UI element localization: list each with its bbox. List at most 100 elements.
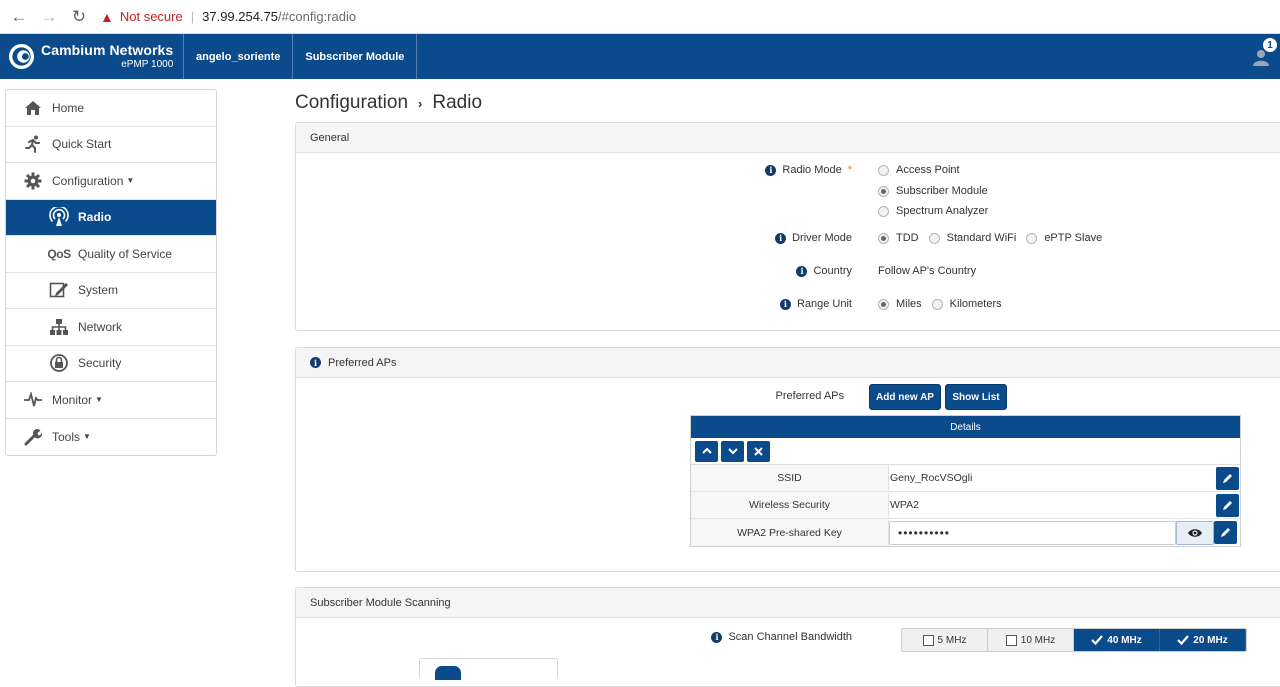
sidebar-item-configuration[interactable]: Configuration ▼ [6, 163, 216, 200]
info-icon[interactable]: i [796, 265, 808, 277]
edit-psk-button[interactable] [1214, 521, 1237, 544]
url-path: /#config:radio [278, 9, 357, 24]
sidebar-item-label: Monitor [52, 392, 93, 407]
sidebar-item-system[interactable]: System [6, 273, 216, 309]
radio-button-miles[interactable] [878, 298, 889, 310]
chevron-down-icon [727, 448, 738, 455]
sidebar-item-quality-of-service[interactable]: QoS Quality of Service [6, 236, 216, 273]
table-row: SSID Geny_RocVSOgli [691, 465, 1240, 492]
bandwidth-5mhz-toggle[interactable]: 5 MHz [902, 629, 988, 651]
radio-button[interactable] [878, 205, 889, 217]
info-icon[interactable]: i [765, 164, 777, 176]
sidebar-item-security[interactable]: Security [6, 346, 216, 382]
checkbox-icon [922, 634, 934, 646]
edit-wireless-security-button[interactable] [1216, 493, 1239, 517]
required-mark: * [847, 164, 852, 176]
gear-icon [22, 172, 44, 190]
option-label: Subscriber Module [896, 185, 988, 197]
sidebar-item-label: System [78, 283, 119, 298]
breadcrumb-parent[interactable]: Configuration [295, 92, 408, 114]
option-label: Standard WiFi [946, 232, 1017, 244]
show-password-button[interactable] [1176, 520, 1214, 545]
show-list-button[interactable]: Show List [945, 384, 1007, 410]
general-panel: General i Radio Mode * Access Point Subs… [295, 122, 1280, 331]
bandwidth-10mhz-toggle[interactable]: 10 MHz [988, 629, 1074, 651]
driver-mode-label-text: Driver Mode [792, 232, 852, 244]
add-new-ap-button[interactable]: Add new AP [869, 384, 941, 410]
preferred-aps-label: Preferred APs [775, 390, 844, 402]
radio-mode-label-text: Radio Mode [782, 164, 842, 176]
radio-mode-option-spectrum-analyzer[interactable]: Spectrum Analyzer [878, 205, 988, 217]
wrench-icon [22, 428, 44, 446]
pencil-icon [1223, 473, 1232, 483]
pulse-icon [22, 391, 44, 408]
row-key: WPA2 Pre-shared Key [737, 526, 842, 539]
info-icon[interactable]: i [711, 631, 723, 643]
cambium-logo-icon [8, 43, 35, 70]
option-label: Miles [896, 298, 922, 310]
sidebar-item-network[interactable]: Network [6, 309, 216, 346]
close-icon [754, 446, 763, 456]
edit-ssid-button[interactable] [1216, 466, 1239, 490]
app-header: Cambium Networks ePMP 1000 angelo_sorien… [0, 34, 1280, 79]
table-row: Wireless Security WPA2 [691, 492, 1240, 519]
sidebar-item-label: Quality of Service [78, 246, 173, 261]
sidebar-item-label: Radio [78, 210, 112, 225]
scan-bandwidth-label-text: Scan Channel Bandwidth [728, 631, 852, 643]
row-value-container: WPA2 [888, 492, 1240, 518]
move-up-button[interactable] [695, 440, 718, 462]
bandwidth-40mhz-toggle[interactable]: 40 MHz [1074, 629, 1160, 651]
delete-button[interactable] [747, 440, 770, 462]
address-bar[interactable]: ▲ Not secure | 37.99.254.75 /#config:rad… [100, 4, 430, 30]
details-header: Details [691, 416, 1240, 438]
brand-model: ePMP 1000 [121, 59, 174, 70]
radio-button[interactable] [878, 164, 889, 176]
sidebar-item-label: Configuration [52, 173, 124, 188]
warning-icon: ▲ [100, 8, 114, 25]
sidebar-item-label: Security [78, 356, 122, 371]
preferred-aps-panel: i Preferred APs Preferred APs Add new AP… [295, 347, 1280, 572]
psk-input[interactable]: •••••••••• [889, 520, 1176, 545]
checkbox-icon [1005, 634, 1017, 646]
ap-details-table: Details SSID Geny_RocVSOgli Wireless Sec… [690, 415, 1241, 547]
row-key: SSID [777, 472, 802, 484]
move-down-button[interactable] [721, 440, 744, 462]
preferred-aps-panel-title: i Preferred APs [296, 348, 1280, 378]
checkmark-icon [1177, 635, 1190, 645]
forward-icon[interactable]: → [34, 2, 64, 32]
reload-icon[interactable]: ↻ [64, 2, 94, 32]
info-icon[interactable]: i [779, 298, 791, 310]
caret-down-icon: ▼ [83, 432, 91, 442]
breadcrumb-current: Radio [432, 92, 483, 113]
radio-button-eptp-slave[interactable] [1026, 232, 1038, 244]
username-label[interactable]: angelo_soriente [184, 34, 294, 79]
sidebar-item-radio[interactable]: Radio [6, 199, 216, 236]
scanning-panel-title: Subscriber Module Scanning [296, 588, 1280, 618]
radio-mode-option-subscriber-module[interactable]: Subscriber Module [878, 185, 988, 197]
sidebar-item-tools[interactable]: Tools ▼ [6, 419, 216, 456]
url-separator: | [190, 9, 195, 24]
radio-mode-label: i Radio Mode * [596, 163, 852, 177]
toggle-switch[interactable] [435, 666, 461, 680]
radio-button-standard-wifi[interactable] [928, 232, 940, 244]
radio-button-tdd[interactable] [878, 232, 889, 244]
radio-mode-option-access-point[interactable]: Access Point [878, 164, 960, 176]
radio-button[interactable] [878, 185, 889, 197]
range-unit-label-text: Range Unit [796, 298, 852, 310]
info-icon[interactable]: i [310, 357, 321, 368]
info-icon[interactable]: i [775, 232, 787, 244]
option-label: Spectrum Analyzer [896, 205, 989, 217]
chevron-up-icon [701, 447, 712, 454]
option-label: Kilometers [949, 298, 1002, 310]
sidebar-item-quick-start[interactable]: Quick Start [6, 127, 216, 163]
sidebar-item-monitor[interactable]: Monitor ▼ [6, 382, 216, 419]
country-value: Follow AP's Country [878, 265, 977, 277]
browser-toolbar: ← → ↻ ▲ Not secure | 37.99.254.75 /#conf… [0, 0, 1280, 34]
bandwidth-20mhz-toggle[interactable]: 20 MHz [1160, 629, 1246, 651]
back-icon[interactable]: ← [4, 2, 34, 32]
radio-button-kilometers[interactable] [931, 298, 943, 310]
brand[interactable]: Cambium Networks ePMP 1000 [0, 34, 184, 79]
user-menu[interactable]: 1 [1246, 34, 1278, 79]
panel-title-text: Preferred APs [328, 356, 397, 369]
sidebar-item-home[interactable]: Home [6, 90, 216, 127]
